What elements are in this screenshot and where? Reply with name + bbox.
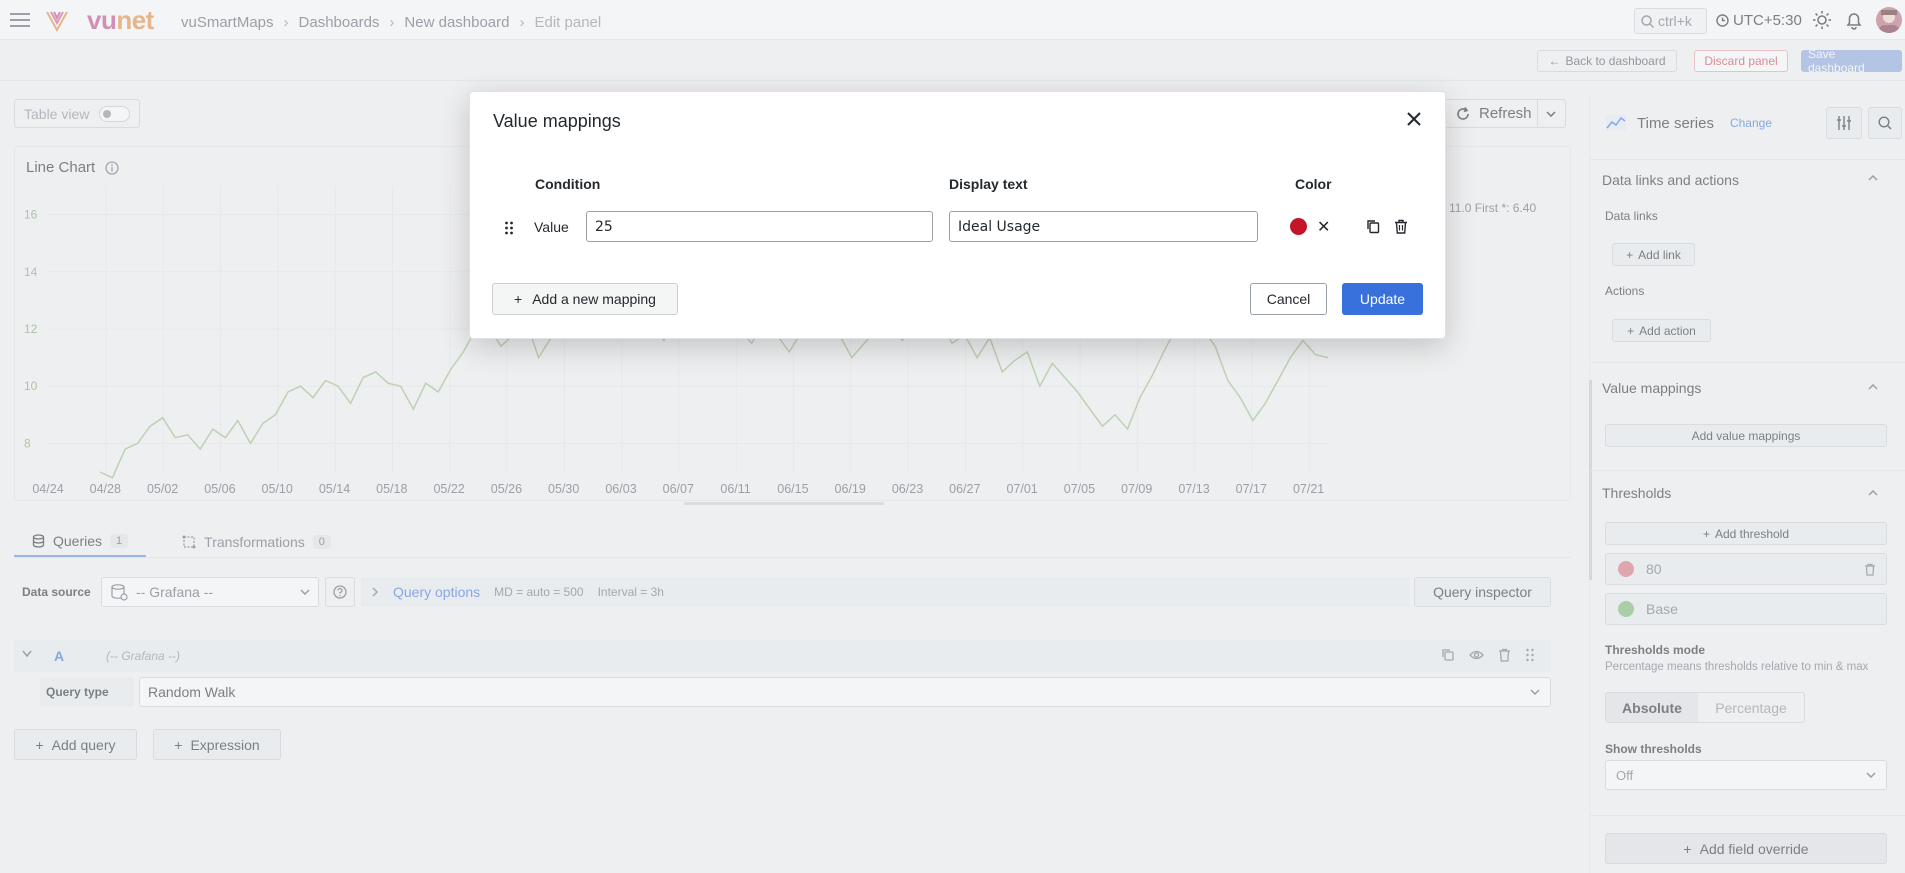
- clear-color-icon[interactable]: ✕: [1317, 217, 1330, 237]
- add-new-mapping-label: Add a new mapping: [532, 291, 656, 307]
- duplicate-mapping-icon[interactable]: [1366, 219, 1380, 234]
- update-button[interactable]: Update: [1342, 283, 1423, 315]
- cancel-button[interactable]: Cancel: [1250, 283, 1327, 315]
- color-column-header: Color: [1295, 176, 1332, 192]
- mapping-display-text-input[interactable]: Ideal Usage: [949, 211, 1258, 242]
- modal-title: Value mappings: [493, 111, 621, 131]
- display-text-column-header: Display text: [949, 176, 1028, 192]
- add-new-mapping-button[interactable]: + Add a new mapping: [492, 283, 678, 315]
- mapping-value-input[interactable]: 25: [586, 211, 933, 242]
- drag-handle-icon[interactable]: [504, 221, 514, 235]
- mapping-type-label: Value: [534, 219, 569, 235]
- condition-column-header: Condition: [535, 176, 601, 192]
- close-icon[interactable]: [1405, 110, 1423, 128]
- plus-icon: +: [514, 291, 523, 307]
- delete-mapping-icon[interactable]: [1394, 219, 1408, 234]
- mapping-color-swatch[interactable]: [1290, 218, 1307, 235]
